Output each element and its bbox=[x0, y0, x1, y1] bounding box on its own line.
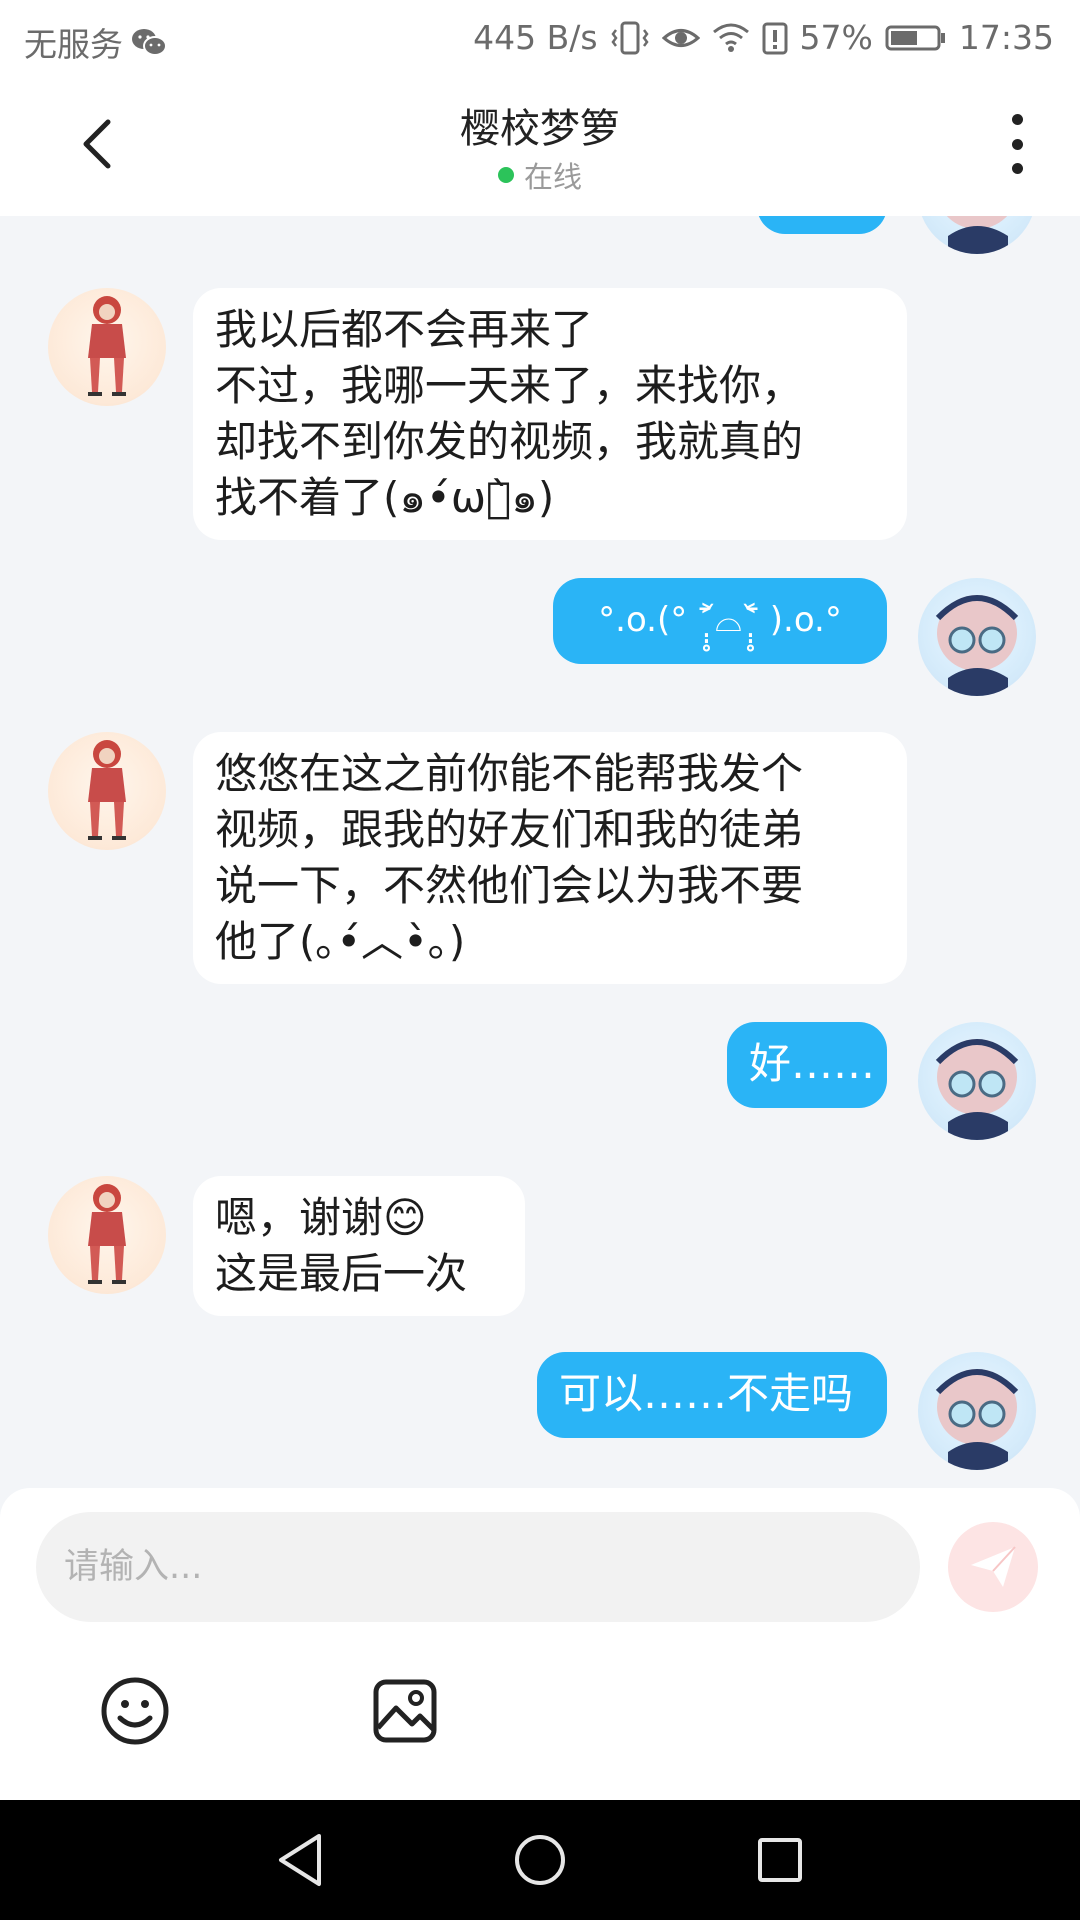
nav-recents-button[interactable] bbox=[750, 1830, 810, 1890]
message-bubble-received: 我以后都不会再来了 不过，我哪一天来了，来找你， 却找不到你发的视频，我就真的 … bbox=[193, 288, 907, 540]
battery-percent-text: 57% bbox=[799, 18, 873, 57]
nav-back-button[interactable] bbox=[270, 1830, 330, 1890]
avatar-self[interactable] bbox=[918, 1352, 1036, 1470]
message-bubble-sent: °.o.(° ˃̣̣̥᷄⌓˂̣̣̥᷅ ).o.° bbox=[553, 578, 887, 664]
system-nav-bar bbox=[0, 1800, 1080, 1920]
avatar-self[interactable] bbox=[918, 578, 1036, 696]
message-bubble-received: 悠悠在这之前你能不能帮我发个 视频，跟我的好友们和我的徒弟 说一下，不然他们会以… bbox=[193, 732, 907, 984]
more-dot-icon bbox=[1011, 138, 1023, 150]
status-left: 无服务 bbox=[24, 18, 167, 66]
online-dot-icon bbox=[497, 167, 514, 183]
time-text: 17:35 bbox=[958, 18, 1054, 57]
battery-alert-icon bbox=[762, 21, 788, 55]
wechat-icon bbox=[131, 27, 167, 57]
carrier-text: 无服务 bbox=[24, 25, 123, 64]
nav-home-button[interactable] bbox=[510, 1830, 570, 1890]
emoji-icon bbox=[101, 1677, 169, 1745]
net-speed-text: 445 B/s bbox=[473, 18, 598, 57]
send-icon bbox=[971, 1546, 1016, 1587]
message-list[interactable]: 我以后都不会再来了 不过，我哪一天来了，来找你， 却找不到你发的视频，我就真的 … bbox=[0, 216, 1080, 1490]
emoji-button[interactable] bbox=[98, 1674, 172, 1748]
online-status-text: 在线 bbox=[523, 160, 582, 194]
avatar-self[interactable] bbox=[918, 216, 1036, 254]
status-bar: 无服务 445 B/s 57% 17:35 bbox=[0, 0, 1080, 76]
avatar-contact[interactable] bbox=[48, 1176, 166, 1294]
message-bubble-partial bbox=[757, 216, 887, 234]
triangle-back-icon bbox=[279, 1834, 321, 1886]
message-input[interactable] bbox=[36, 1512, 920, 1622]
input-panel bbox=[0, 1488, 1080, 1800]
chat-header: 樱校梦箩 在线 bbox=[0, 76, 1080, 216]
more-dot-icon bbox=[1011, 114, 1023, 125]
image-button[interactable] bbox=[368, 1674, 442, 1748]
image-icon bbox=[373, 1679, 437, 1743]
avatar-contact[interactable] bbox=[48, 732, 166, 850]
battery-icon bbox=[885, 23, 947, 53]
message-bubble-sent: 好…… bbox=[727, 1022, 887, 1108]
chat-screen: 无服务 445 B/s 57% 17:35 樱校梦箩 在线 我以后都不会再来了 … bbox=[0, 0, 1080, 1920]
status-right: 445 B/s 57% 17:35 bbox=[473, 18, 1054, 57]
more-dot-icon bbox=[1011, 163, 1023, 174]
avatar-self[interactable] bbox=[918, 1022, 1036, 1140]
circle-home-icon bbox=[515, 1835, 565, 1885]
message-bubble-received: 嗯，谢谢😊 这是最后一次 bbox=[193, 1176, 525, 1316]
page-title: 樱校梦箩 bbox=[460, 106, 620, 152]
online-status: 在线 bbox=[0, 154, 1080, 196]
more-options-button[interactable] bbox=[992, 114, 1042, 174]
message-bubble-sent: 可以……不走吗 bbox=[537, 1352, 887, 1438]
eye-icon bbox=[661, 23, 700, 53]
send-button[interactable] bbox=[948, 1522, 1038, 1612]
vibrate-icon bbox=[610, 20, 650, 56]
square-recents-icon bbox=[758, 1838, 802, 1882]
avatar-contact[interactable] bbox=[48, 288, 166, 406]
wifi-icon bbox=[712, 22, 750, 54]
